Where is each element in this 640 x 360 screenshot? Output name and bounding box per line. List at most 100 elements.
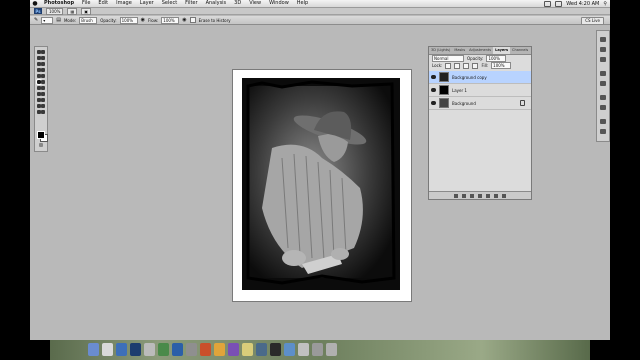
visibility-eye-icon[interactable] [431,75,436,79]
notes-icon[interactable] [242,343,253,356]
actions-panel-icon[interactable] [600,81,606,86]
layer-name[interactable]: Background copy [452,75,487,80]
tab-3d-lights[interactable]: 3D (Lights) [429,47,452,54]
bridge-icon[interactable] [284,343,295,356]
layer-row-layer-1[interactable]: Layer 1 [429,84,531,97]
erase-to-history-checkbox[interactable] [189,17,196,23]
itunes-icon[interactable] [228,343,239,356]
menu-layer[interactable]: Layer [136,0,158,7]
type-tool-icon[interactable] [41,92,45,96]
photoshop-dock-icon[interactable] [130,343,141,356]
layer-name[interactable]: Layer 1 [452,88,467,93]
character-panel-icon[interactable] [600,119,606,124]
battery-icon[interactable] [555,0,563,7]
menu-analysis[interactable]: Analysis [202,0,231,7]
layer-row-background-copy[interactable]: Background copy [429,71,531,84]
downloads-icon[interactable] [312,343,323,356]
menu-filter[interactable]: Filter [181,0,201,7]
layer-opacity-field[interactable]: 100% [486,55,507,62]
trash-icon[interactable] [326,343,337,356]
swatches-panel-icon[interactable] [600,47,606,52]
layer-style-icon[interactable] [462,193,466,198]
zoom-level-dropdown[interactable]: 100% [46,7,64,15]
flow-field[interactable]: 100% [161,16,180,24]
safari-icon[interactable] [116,343,127,356]
menu-window[interactable]: Window [265,0,293,7]
clock[interactable]: Wed 4:20 AM [566,1,599,7]
photos-icon[interactable] [214,343,225,356]
3d-orbit-tool-icon[interactable] [41,104,45,108]
brush-size-picker[interactable]: ▾ [41,16,54,24]
quick-mask-icon[interactable] [39,143,43,147]
menu-photoshop[interactable]: Photoshop [40,0,78,7]
finder-icon[interactable] [88,343,99,356]
airbrush-icon[interactable]: ◉ [182,17,186,23]
brush-tool-icon[interactable] [41,68,45,72]
tab-layers[interactable]: Layers [493,47,511,54]
link-layers-icon[interactable] [454,193,458,198]
apple-menu-icon[interactable]: ● [30,0,40,7]
marquee-tool-icon[interactable] [41,50,45,54]
opacity-field[interactable]: 100% [119,16,138,24]
menu-help[interactable]: Help [293,0,312,7]
visibility-eye-icon[interactable] [431,88,436,92]
lock-transparent-icon[interactable] [445,62,452,69]
visibility-eye-icon[interactable] [431,101,436,105]
screen-mode-icon[interactable]: ▣ [81,7,91,15]
app-store-icon[interactable] [172,343,183,356]
shape-tool-icon[interactable] [41,98,45,102]
tab-channels[interactable]: Channels [510,47,530,54]
wifi-icon[interactable] [544,0,552,7]
flow-label: Flow: [148,17,159,23]
delete-layer-icon[interactable] [502,193,506,198]
layer-name[interactable]: Background [452,101,476,106]
color-panel-icon[interactable] [600,37,606,42]
tab-masks[interactable]: Masks [452,47,467,54]
folder-icon[interactable] [298,343,309,356]
tablet-pressure-opacity-icon[interactable]: ◉ [141,17,145,23]
add-mask-icon[interactable] [470,193,474,198]
lock-position-icon[interactable] [463,62,470,69]
eraser-tool-preset-icon[interactable]: ✎ [34,17,38,23]
quick-selection-tool-icon[interactable] [41,56,45,60]
lock-image-icon[interactable] [454,62,461,69]
gradient-tool-icon[interactable] [41,80,45,84]
paragraph-panel-icon[interactable] [600,129,606,134]
menu-select[interactable]: Select [158,0,181,7]
terminal-icon[interactable] [270,343,281,356]
document-canvas[interactable] [232,69,412,302]
layer-row-background[interactable]: Background [429,97,531,110]
clone-source-panel-icon[interactable] [600,105,606,110]
system-preferences-icon[interactable] [186,343,197,356]
styles-panel-icon[interactable] [600,57,606,62]
new-group-icon[interactable] [486,193,490,198]
dodge-tool-icon[interactable] [41,86,45,90]
history-brush-tool-icon[interactable] [41,74,45,78]
spotlight-icon[interactable]: ⚲ [603,1,607,7]
cs-live-button[interactable]: CS Live [581,17,604,25]
menu-view[interactable]: View [245,0,265,7]
menu-file[interactable]: File [78,0,94,7]
history-panel-icon[interactable] [600,71,606,76]
tab-adjustments[interactable]: Adjustments [467,47,493,54]
foreground-color-swatch[interactable] [37,131,45,139]
zoom-tool-icon[interactable] [41,110,45,114]
adjustment-layer-icon[interactable] [478,193,482,198]
calendar-icon[interactable] [200,343,211,356]
eyedropper-tool-icon[interactable] [41,62,45,66]
mode-dropdown[interactable]: Brush [79,16,98,24]
menu-edit[interactable]: Edit [94,0,112,7]
arrange-documents-icon[interactable]: ▦ [67,7,78,15]
facetime-icon[interactable] [158,343,169,356]
preview-icon[interactable] [256,343,267,356]
lock-all-icon[interactable] [472,62,479,69]
brush-panel-icon[interactable] [600,95,606,100]
brush-panel-toggle-icon[interactable]: ▤ [56,17,61,23]
menu-3d[interactable]: 3D [230,0,245,7]
blend-mode-dropdown[interactable]: Normal [432,55,464,62]
dashboard-icon[interactable] [102,343,113,356]
mail-icon[interactable] [144,343,155,356]
fill-field[interactable]: 100% [491,62,512,69]
menu-image[interactable]: Image [112,0,136,7]
new-layer-icon[interactable] [494,193,498,198]
